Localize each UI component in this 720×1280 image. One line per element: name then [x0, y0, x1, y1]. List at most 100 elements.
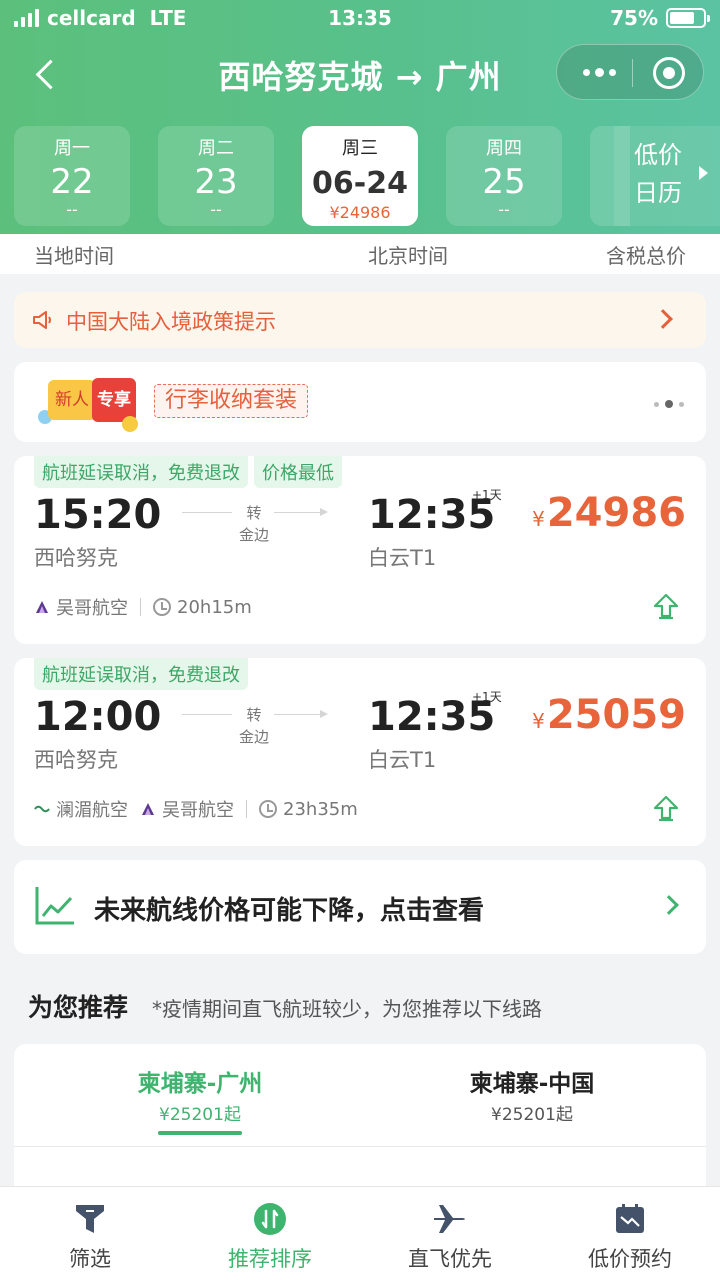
flight-card[interactable]: 航班延误取消，免费退改 价格最低 15:20 转 金边 12:35 +1天 ¥2…: [14, 456, 706, 644]
date-item-wed-selected[interactable]: 周三 06-24 ¥24986: [302, 126, 418, 226]
nav-bar: 西哈努克城 → 广州: [0, 44, 720, 104]
date-item-tue[interactable]: 周二 23 --: [158, 126, 274, 226]
more-options-icon[interactable]: [577, 55, 621, 89]
filter-icon: [76, 1205, 104, 1233]
angkor-air-logo-icon: [142, 803, 154, 815]
date-day: 06-24: [312, 166, 408, 201]
date-day: 23: [194, 162, 238, 202]
badge-new: 新人: [48, 380, 96, 420]
departure-airport: 西哈努克: [34, 546, 118, 570]
recommend-tab-cambodia-guangzhou[interactable]: 柬埔寨-广州 ¥25201起: [50, 1064, 350, 1135]
recommend-route-price: ¥25201起: [491, 1105, 573, 1125]
share-icon[interactable]: [652, 794, 680, 822]
battery-icon: [666, 8, 710, 28]
flight-tag: 价格最低: [254, 456, 342, 488]
date-selector: 周一 22 -- 周二 23 -- 周三 06-24 ¥24986 周四 25 …: [0, 126, 720, 228]
low-price-calendar-button[interactable]: 低价 日历: [614, 126, 720, 226]
trend-chart-icon: [35, 887, 74, 925]
column-header: 当地时间 北京时间 含税总价: [0, 234, 720, 274]
tab-label: 筛选: [69, 1247, 111, 1271]
tab-recommend-sort[interactable]: 推荐排序: [180, 1187, 360, 1280]
miniprogram-capsule: [556, 44, 704, 100]
chevron-right-icon: [653, 309, 673, 329]
angkor-air-logo-icon: [36, 601, 48, 613]
arrival-airport: 白云T1: [368, 546, 437, 570]
promo-tag: 行李收纳套装: [154, 384, 309, 418]
policy-text: 中国大陆入境政策提示: [66, 310, 276, 334]
tab-direct-first[interactable]: 直飞优先: [360, 1187, 540, 1280]
clock-icon: [153, 598, 171, 616]
header: cellcard LTE 13:35 75% 西哈努克城 → 广州 周一 22 …: [0, 0, 720, 234]
local-time-label: 当地时间: [34, 244, 114, 268]
close-miniprogram-icon[interactable]: [653, 57, 685, 89]
airline-name: 吴哥航空: [56, 598, 128, 619]
status-bar: cellcard LTE 13:35 75%: [0, 0, 720, 36]
chevron-right-icon: [699, 166, 708, 180]
tab-label: 低价预约: [588, 1247, 672, 1271]
price-alert-icon: [616, 1204, 644, 1233]
price-trend-banner[interactable]: 未来航线价格可能下降，点击查看: [14, 860, 706, 954]
plane-icon: [434, 1205, 465, 1233]
currency-symbol: ¥: [532, 507, 545, 531]
date-weekday: 周二: [198, 138, 234, 159]
date-price: --: [498, 200, 510, 219]
bottom-tab-bar: 筛选 推荐排序 直飞优先 低价预约: [0, 1186, 720, 1280]
flight-duration: 23h35m: [283, 798, 358, 820]
calendar-label-line1: 低价: [634, 141, 682, 169]
departure-airport: 西哈努克: [34, 748, 118, 772]
recommend-tab-cambodia-china[interactable]: 柬埔寨-中国 ¥25201起: [382, 1064, 682, 1125]
currency-symbol: ¥: [532, 709, 545, 733]
tab-price-alert[interactable]: 低价预约: [540, 1187, 720, 1280]
transfer-label: 转: [246, 706, 262, 724]
departure-time: 15:20: [34, 492, 162, 538]
date-price: --: [210, 200, 222, 219]
carousel-pager: [654, 400, 684, 408]
flight-price: ¥25059: [532, 692, 686, 738]
price-value: 24986: [546, 490, 686, 536]
route-title: 西哈努克城 → 广州: [218, 58, 502, 96]
arrival-airport: 白云T1: [368, 748, 437, 772]
flight-tag: 航班延误取消，免费退改: [34, 456, 248, 488]
speaker-icon: [33, 311, 51, 329]
date-day: 25: [482, 162, 526, 202]
next-day-marker: +1天: [472, 690, 502, 704]
new-user-badge: 新人 专享: [36, 376, 140, 432]
date-weekday: 周四: [486, 138, 522, 159]
date-price: ¥24986: [329, 203, 391, 222]
recommend-route-name: 柬埔寨-广州: [137, 1071, 263, 1097]
next-day-marker: +1天: [472, 488, 502, 502]
date-weekday: 周三: [342, 138, 378, 159]
price-value: 25059: [546, 692, 686, 738]
date-item-thu[interactable]: 周四 25 --: [446, 126, 562, 226]
recommend-route-name: 柬埔寨-中国: [469, 1071, 595, 1097]
transfer-city: 金边: [238, 526, 269, 544]
divider: [14, 1146, 706, 1147]
back-button[interactable]: [30, 56, 66, 92]
battery-percent: 75%: [610, 6, 658, 30]
departure-time: 12:00: [34, 694, 162, 740]
flight-card[interactable]: 航班延误取消，免费退改 12:00 转 金边 12:35 +1天 ¥25059 …: [14, 658, 706, 846]
beijing-time-label: 北京时间: [368, 244, 448, 268]
sort-icon: [254, 1203, 286, 1235]
calendar-label-line2: 日历: [634, 179, 682, 207]
entry-policy-banner[interactable]: 中国大陆入境政策提示: [14, 292, 706, 348]
date-item-mon[interactable]: 周一 22 --: [14, 126, 130, 226]
promo-banner[interactable]: 新人 专享 行李收纳套装: [14, 362, 706, 442]
lanmei-airlines-logo-icon: [34, 805, 50, 813]
recommend-title: 为您推荐: [28, 993, 129, 1022]
tab-filter[interactable]: 筛选: [0, 1187, 180, 1280]
flight-duration: 20h15m: [177, 596, 252, 618]
flight-tag: 航班延误取消，免费退改: [34, 658, 248, 690]
airline-name: 澜湄航空: [56, 800, 128, 821]
chevron-right-icon: [659, 895, 679, 915]
airline-name: 吴哥航空: [162, 800, 234, 821]
recommend-route-price: ¥25201起: [159, 1105, 241, 1125]
clock-icon: [259, 800, 277, 818]
active-tab-underline: [158, 1131, 242, 1135]
price-trend-text: 未来航线价格可能下降，点击查看: [94, 896, 485, 926]
date-weekday: 周一: [54, 138, 90, 159]
share-icon[interactable]: [652, 592, 680, 620]
date-price: --: [66, 200, 78, 219]
date-day: 22: [50, 162, 94, 202]
transfer-city: 金边: [238, 728, 269, 746]
